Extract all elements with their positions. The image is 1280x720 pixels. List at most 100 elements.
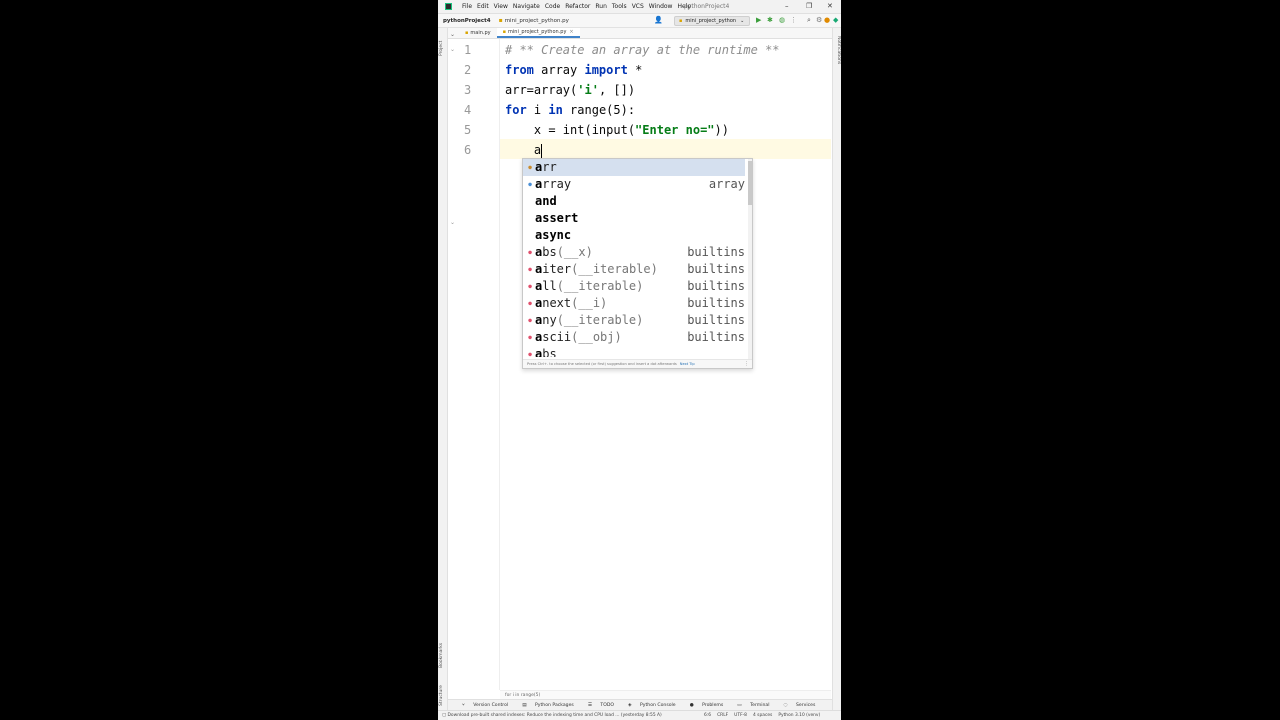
completion-item-async[interactable]: async — [523, 227, 745, 244]
completion-text: abs(__x) — [535, 244, 593, 261]
completion-item-aiter[interactable]: ● aiter(__iterable) builtins — [523, 261, 745, 278]
problems-tab[interactable]: ● Problems — [683, 703, 724, 708]
user-icon[interactable]: 👤 — [654, 17, 663, 24]
menu-view[interactable]: View — [494, 3, 508, 10]
code-breadcrumb[interactable]: for i in range(5) — [500, 690, 831, 699]
menu-refactor[interactable]: Refactor — [565, 3, 590, 10]
module-icon: ● — [528, 181, 532, 188]
completion-text: ascii(__obj) — [535, 329, 622, 346]
completion-item-abs[interactable]: ● abs(__x) builtins — [523, 244, 745, 261]
completion-item-assert[interactable]: assert — [523, 210, 745, 227]
menu-window[interactable]: Window — [649, 3, 673, 10]
menu-navigate[interactable]: Navigate — [513, 3, 540, 10]
completion-item-and[interactable]: and — [523, 193, 745, 210]
string-literal: 'i' — [577, 83, 599, 97]
tab-label: Problems — [702, 702, 724, 708]
line-separator[interactable]: CRLF — [717, 711, 728, 720]
window-title: pythonProject4 — [684, 3, 730, 10]
completion-item-anext[interactable]: ● anext(__i) builtins — [523, 295, 745, 312]
fold-icon[interactable]: ⌄ — [450, 219, 455, 226]
tab-label: mini_project_python.py — [508, 29, 567, 35]
function-icon: ● — [528, 300, 532, 307]
problems-icon: ● — [689, 702, 696, 708]
code-line-5: x = int(input("Enter no=")) — [505, 120, 729, 140]
bottom-tool-tabs: ⑂ Version Control ▤ Python Packages ☰ TO… — [448, 699, 832, 710]
code-line-3: arr=array('i', []) — [505, 80, 635, 100]
plugin-icon[interactable]: ◆ — [833, 17, 838, 24]
fold-icon[interactable]: ⌄ — [450, 46, 455, 53]
menu-code[interactable]: Code — [545, 3, 560, 10]
minimize-icon[interactable]: – — [785, 2, 789, 10]
more-actions-icon[interactable]: ⋮ — [790, 17, 797, 24]
structure-tool-button[interactable]: Structure — [439, 685, 444, 706]
python-interpreter[interactable]: Python 3.10 (venv) — [778, 711, 820, 720]
menu-tools[interactable]: Tools — [612, 3, 627, 10]
file-encoding[interactable]: UTF-8 — [734, 711, 747, 720]
notifications-tool-button[interactable]: Notifications — [836, 36, 841, 64]
menu-file[interactable]: File — [462, 3, 472, 10]
completion-item-partial[interactable]: ● abs — [523, 346, 745, 357]
code-text: , []) — [598, 83, 636, 97]
more-options-icon[interactable]: ⋮ — [744, 361, 749, 367]
completion-text: arr — [535, 159, 557, 176]
terminal-icon: ▭ — [737, 702, 744, 708]
run-icon[interactable]: ▶ — [756, 17, 761, 24]
completion-text: anext(__i) — [535, 295, 607, 312]
text-caret — [541, 143, 543, 158]
project-tool-button[interactable]: Project — [439, 41, 444, 56]
menu-vcs[interactable]: VCS — [632, 3, 644, 10]
completion-item-all[interactable]: ● all(__iterable) builtins — [523, 278, 745, 295]
code-text: range(5): — [562, 103, 636, 117]
breadcrumb-file[interactable]: mini_project_python.py — [505, 18, 569, 24]
python-packages-tab[interactable]: ▤ Python Packages — [515, 703, 574, 708]
string-literal: "Enter no=" — [635, 123, 715, 137]
run-configuration-select[interactable]: ▪ mini_project_python ⌄ — [674, 16, 750, 26]
settings-icon[interactable]: ⚙ — [816, 17, 822, 24]
branch-icon: ⑂ — [462, 703, 467, 708]
updates-icon[interactable]: ● — [824, 17, 830, 24]
python-console-tab[interactable]: ◈ Python Console — [621, 703, 676, 708]
completion-item-ascii[interactable]: ● ascii(__obj) builtins — [523, 329, 745, 346]
menu-run[interactable]: Run — [595, 3, 607, 10]
completion-item-arr[interactable]: ● arr — [523, 159, 745, 176]
caret-position[interactable]: 6:6 — [704, 711, 711, 720]
tab-main-py[interactable]: ▪ main.py — [459, 28, 497, 38]
keyword: import — [584, 63, 628, 77]
code-completion-popup: ● arr ● array array and assert async ● a… — [522, 158, 753, 369]
current-line-highlight — [500, 139, 831, 159]
next-tip-link[interactable]: Next Tip — [680, 362, 695, 366]
line-number: 5 — [464, 123, 472, 137]
search-icon[interactable]: ⌕ — [807, 17, 811, 24]
status-message-text: Download pre-built shared indexes: Reduc… — [447, 713, 662, 718]
scrollbar-thumb[interactable] — [748, 161, 752, 205]
completion-scrollbar[interactable] — [748, 159, 752, 361]
services-tab[interactable]: ◌ Services — [777, 703, 816, 708]
completion-item-array[interactable]: ● array array — [523, 176, 745, 193]
coverage-icon[interactable]: ◍ — [779, 17, 785, 24]
restore-icon[interactable]: ❐ — [806, 2, 812, 10]
breadcrumb-project[interactable]: pythonProject4 — [443, 18, 491, 24]
terminal-tab[interactable]: ▭ Terminal — [730, 703, 769, 708]
indent-setting[interactable]: 4 spaces — [753, 711, 772, 720]
tab-mini-project-python[interactable]: ▪ mini_project_python.py × — [496, 28, 580, 38]
function-icon: ● — [528, 351, 532, 357]
status-message[interactable]: ▢ Download pre-built shared indexes: Red… — [442, 711, 692, 720]
todo-tab[interactable]: ☰ TODO — [581, 703, 614, 708]
console-icon: ◈ — [628, 702, 633, 708]
completion-rest: next — [542, 296, 572, 310]
debug-icon[interactable]: ✱ — [767, 17, 773, 24]
version-control-tab[interactable]: ⑂ Version Control — [455, 702, 508, 708]
function-icon: ● — [528, 317, 532, 324]
tab-list-icon[interactable]: ⌄ — [450, 31, 455, 38]
completion-rest: rray — [542, 177, 572, 191]
completion-type: builtins — [687, 330, 745, 344]
completion-item-any[interactable]: ● any(__iterable) builtins — [523, 312, 745, 329]
close-tab-icon[interactable]: × — [569, 29, 573, 35]
python-file-icon: ▪ — [502, 29, 507, 35]
bookmarks-tool-button[interactable]: Bookmarks — [439, 643, 444, 668]
completion-text: array — [535, 176, 571, 193]
menu-edit[interactable]: Edit — [477, 3, 489, 10]
close-icon[interactable]: ✕ — [827, 2, 833, 10]
keyword: for — [505, 103, 527, 117]
completion-text: any(__iterable) — [535, 312, 643, 329]
